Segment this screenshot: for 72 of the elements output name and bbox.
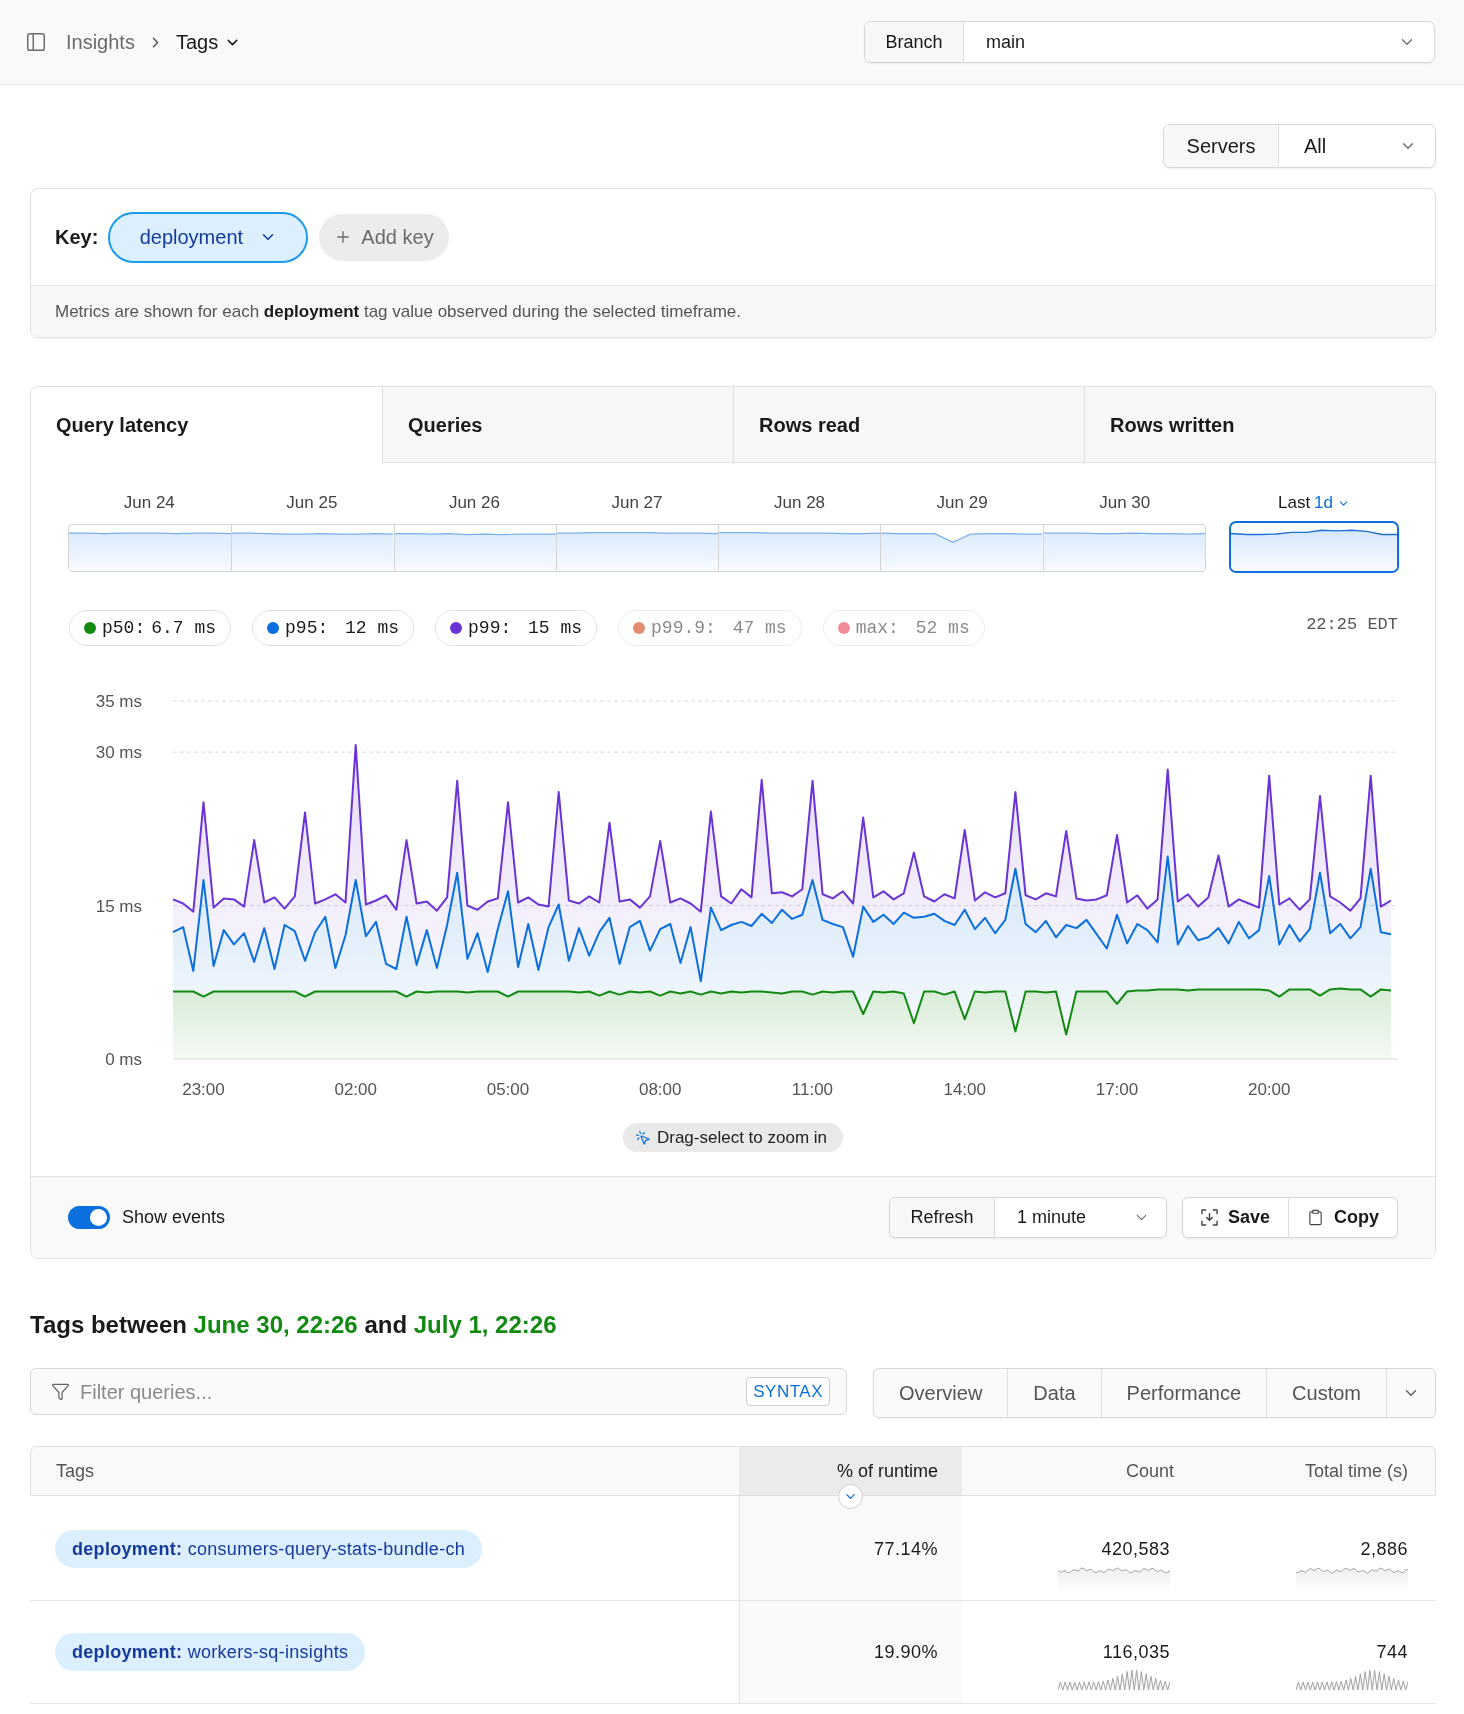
day-label: Jun 28 <box>773 492 827 514</box>
x-axis-label: 20:00 <box>1247 1080 1291 1099</box>
total-time-cell: 744 <box>1376 1641 1408 1663</box>
pointer-icon <box>634 1129 651 1146</box>
runtime-cell: 77.14% <box>739 1496 962 1600</box>
range-sparkline[interactable] <box>1229 521 1399 573</box>
legend-toggle[interactable]: p99.9: 47 ms <box>618 610 802 646</box>
branch-label: Branch <box>865 22 964 62</box>
x-axis-label: 08:00 <box>638 1080 682 1099</box>
legend-toggle[interactable]: max: 52 ms <box>822 610 985 646</box>
metric-tab[interactable]: Rows read <box>733 387 1084 463</box>
y-axis-label: 0 ms <box>105 1050 142 1069</box>
drag-hint-text: Drag-select to zoom in <box>656 1126 828 1149</box>
copy-button[interactable]: Copy <box>1288 1198 1397 1237</box>
save-button[interactable]: Save <box>1182 1198 1288 1237</box>
filter-icon <box>51 1382 70 1401</box>
view-tab[interactable]: Performance <box>1100 1369 1267 1417</box>
tag-pill[interactable]: deployment: workers-sq-insights <box>55 1633 366 1671</box>
breadcrumb-link[interactable]: Insights <box>66 27 135 57</box>
x-axis-label: 14:00 <box>943 1080 986 1099</box>
legend-toggle[interactable]: p50: 6.7 ms <box>69 610 232 646</box>
count-cell: 116,035 <box>1102 1641 1170 1663</box>
x-axis-label: 11:00 <box>791 1080 834 1099</box>
key-label: Key: <box>55 225 99 250</box>
servers-label: Servers <box>1164 125 1279 167</box>
y-axis-label: 15 ms <box>95 896 142 916</box>
count-cell: 420,583 <box>1101 1538 1170 1560</box>
interval-select[interactable]: 1 minute <box>994 1198 1166 1237</box>
metric-tab[interactable]: Queries <box>382 387 733 463</box>
sidebar-toggle-icon[interactable] <box>25 31 47 53</box>
x-axis-label: 05:00 <box>486 1080 530 1099</box>
servers-select[interactable]: All <box>1279 125 1435 167</box>
day-label: Jun 29 <box>935 492 989 514</box>
column-header[interactable]: Tags <box>31 1447 739 1495</box>
x-axis-label: 02:00 <box>334 1080 377 1099</box>
day-label: Jun 27 <box>610 492 664 514</box>
current-time: 22:25 EDT <box>1306 614 1398 636</box>
branch-select[interactable]: main <box>964 22 1434 62</box>
x-axis-label: 23:00 <box>182 1080 225 1099</box>
view-tab[interactable]: Custom <box>1266 1369 1386 1417</box>
column-header[interactable]: % of runtime <box>739 1447 962 1495</box>
range-dropdown[interactable]: Last 1d <box>1229 491 1399 515</box>
day-label: Jun 26 <box>447 492 501 514</box>
latency-chart[interactable]: 35 ms 30 ms 15 ms 0 ms 23:00 02:00 05:00 08:00 11:00 14:00 17:00 20:00 <box>80 691 1400 1106</box>
y-axis-label: 35 ms <box>95 692 142 711</box>
show-events-label: Show events <box>122 1206 226 1229</box>
x-axis-label: 17:00 <box>1095 1080 1139 1099</box>
download-icon <box>1200 1209 1218 1226</box>
legend-toggle[interactable]: p95: 12 ms <box>252 610 415 646</box>
view-tab[interactable]: Data <box>1007 1369 1101 1417</box>
show-events-switch[interactable] <box>68 1206 110 1229</box>
metric-tab[interactable]: Rows written <box>1084 387 1435 463</box>
clipboard-icon <box>1307 1209 1324 1226</box>
total-time-cell: 2,886 <box>1360 1538 1408 1560</box>
key-note: Metrics are shown for each deployment tag value observed during the selected timeframe. <box>55 300 741 323</box>
tags-heading: Tags between June 30, 22:26 and July 1, 22:26 <box>30 1310 558 1340</box>
legend-toggle[interactable]: p99: 15 ms <box>435 610 598 646</box>
day-label: Jun 25 <box>285 492 339 514</box>
syntax-button[interactable]: SYNTAX <box>746 1377 830 1406</box>
tag-pill[interactable]: deployment: consumers-query-stats-bundle-ch <box>55 1530 483 1568</box>
day-label: Jun 30 <box>1098 492 1152 514</box>
current-page-dropdown[interactable]: Tags <box>175 27 242 57</box>
runtime-cell: 19.90% <box>739 1601 962 1703</box>
key-dropdown[interactable]: deployment <box>108 211 309 263</box>
view-tab[interactable]: Overview <box>874 1369 1008 1417</box>
column-header[interactable]: Count <box>962 1447 1190 1495</box>
day-label: Jun 24 <box>122 492 176 514</box>
filter-field[interactable]: Filter queries... SYNTAX <box>30 1368 847 1415</box>
add-key-button[interactable]: Add key <box>319 213 449 261</box>
y-axis-label: 30 ms <box>95 743 142 763</box>
column-header[interactable]: Total time (s) <box>1190 1447 1435 1495</box>
refresh-button[interactable]: Refresh <box>889 1198 995 1237</box>
